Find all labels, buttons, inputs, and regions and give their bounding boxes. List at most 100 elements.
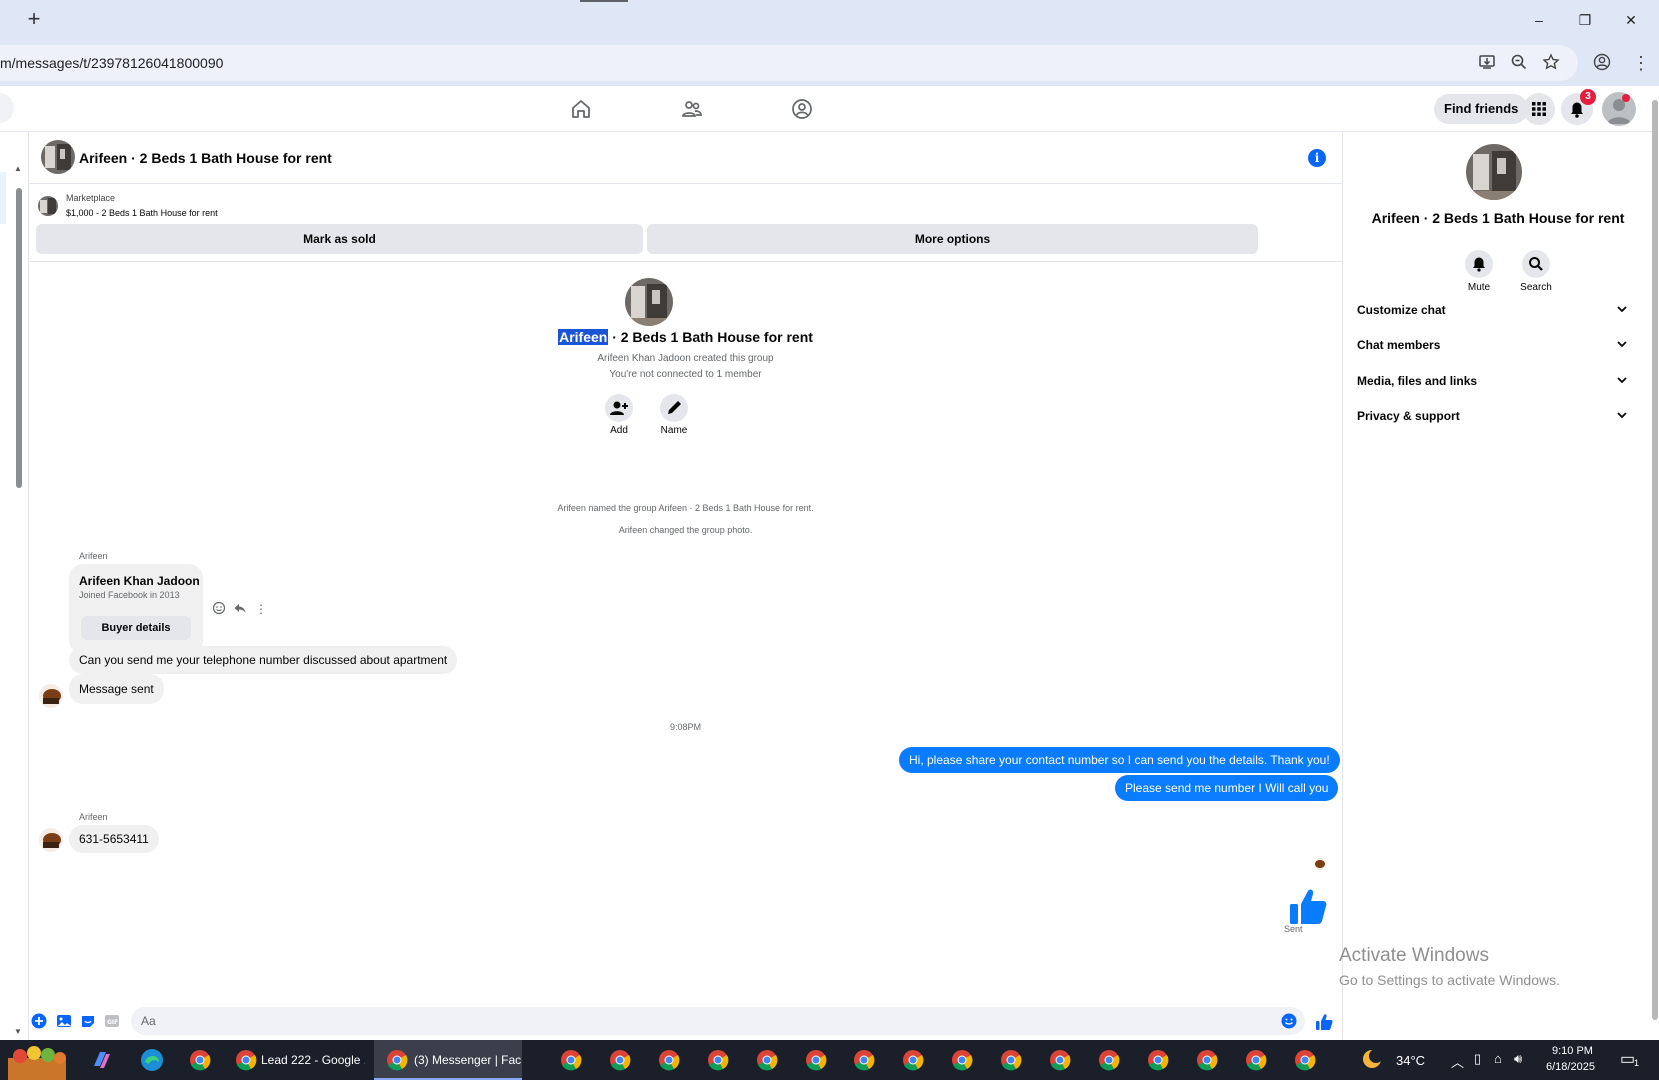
- emoji-icon[interactable]: [1281, 1013, 1297, 1032]
- account-avatar[interactable]: [1602, 92, 1636, 126]
- search-in-chat-button[interactable]: [1522, 250, 1550, 278]
- chrome-window-icon[interactable]: [1294, 1049, 1316, 1071]
- taskbar-app-label: Lead 222 - Google ...: [261, 1053, 365, 1067]
- network-icon[interactable]: ⌂: [1494, 1051, 1502, 1066]
- edge-icon[interactable]: [139, 1044, 165, 1076]
- bell-icon: [1473, 257, 1485, 272]
- chrome-icon[interactable]: [189, 1049, 211, 1071]
- plus-circle-icon[interactable]: [31, 1013, 47, 1029]
- taskbar-app-messenger[interactable]: (3) Messenger | Fac...: [374, 1040, 522, 1080]
- chrome-window-icon[interactable]: [1098, 1049, 1120, 1071]
- mute-button[interactable]: [1465, 250, 1493, 278]
- reply-icon[interactable]: [232, 601, 248, 617]
- page-scrollbar-thumb[interactable]: [1652, 100, 1658, 1020]
- incoming-message[interactable]: 631-5653411: [69, 825, 159, 853]
- profile-icon[interactable]: [1592, 53, 1612, 73]
- home-icon[interactable]: [570, 98, 594, 122]
- battery-icon[interactable]: ▯: [1474, 1051, 1481, 1067]
- bookmark-star-icon[interactable]: [1541, 53, 1561, 73]
- weather-icon[interactable]: [1360, 1047, 1386, 1073]
- chrome-window-icon[interactable]: [658, 1049, 680, 1071]
- scroll-up-arrow[interactable]: ▲: [14, 164, 22, 173]
- like-thumb-icon[interactable]: [1315, 1013, 1333, 1030]
- chrome-window-icon[interactable]: [1147, 1049, 1169, 1071]
- incoming-message[interactable]: Can you send me your telephone number di…: [69, 646, 458, 674]
- chrome-window-icon[interactable]: [1196, 1049, 1218, 1071]
- rename-group-button[interactable]: [660, 394, 688, 422]
- chat-title[interactable]: Arifeen · 2 Beds 1 Bath House for rent: [79, 150, 332, 166]
- search-pill[interactable]: [0, 93, 14, 123]
- scroll-down-arrow[interactable]: ▼: [14, 1027, 22, 1036]
- start-widget-icon[interactable]: [0, 1040, 74, 1080]
- install-app-icon[interactable]: [1477, 53, 1497, 73]
- copilot-icon[interactable]: [90, 1044, 114, 1076]
- listing-thumbnail[interactable]: [38, 196, 58, 216]
- minimize-button[interactable]: –: [1526, 8, 1552, 32]
- system-message: Arifeen named the group Arifeen · 2 Beds…: [557, 503, 814, 513]
- chrome-window-icon[interactable]: [756, 1049, 778, 1071]
- sender-avatar[interactable]: [39, 828, 63, 852]
- chat-list-scrollbar[interactable]: [16, 188, 22, 488]
- outgoing-message[interactable]: Hi, please share your contact number so …: [899, 747, 1340, 773]
- group-avatar[interactable]: [41, 140, 75, 174]
- add-member-button[interactable]: [605, 394, 633, 422]
- zoom-icon[interactable]: [1509, 53, 1529, 73]
- customize-chat-row[interactable]: Customize chat: [1343, 293, 1643, 327]
- sticker-icon[interactable]: [80, 1013, 96, 1029]
- chrome-window-icon[interactable]: [1049, 1049, 1071, 1071]
- chat-members-row[interactable]: Chat members: [1343, 328, 1643, 362]
- buyer-details-button[interactable]: Buyer details: [81, 616, 191, 640]
- react-icon[interactable]: [211, 601, 227, 617]
- mark-as-sold-button[interactable]: Mark as sold: [36, 224, 643, 254]
- more-options-button[interactable]: More options: [647, 224, 1258, 254]
- chrome-window-icon[interactable]: [707, 1049, 729, 1071]
- url-text[interactable]: m/messages/t/23978126041800090: [0, 55, 223, 71]
- incoming-message[interactable]: Message sent: [69, 674, 164, 704]
- chrome-window-icon[interactable]: [902, 1049, 924, 1071]
- outgoing-message[interactable]: Please send me number I Will call you: [1115, 775, 1339, 801]
- group-photo-large[interactable]: [1466, 144, 1522, 200]
- gif-icon[interactable]: GIF: [104, 1013, 120, 1029]
- notification-center-icon[interactable]: ▭: [1620, 1049, 1635, 1069]
- new-tab-button[interactable]: +: [22, 8, 46, 32]
- media-files-links-row[interactable]: Media, files and links: [1343, 364, 1643, 398]
- temperature[interactable]: 34°C: [1396, 1053, 1425, 1068]
- buyer-name: Arifeen Khan Jadoon: [79, 574, 200, 588]
- group-photo[interactable]: [625, 278, 673, 326]
- url-omnibox[interactable]: m/messages/t/23978126041800090: [0, 45, 1578, 81]
- chat-header: Arifeen · 2 Beds 1 Bath House for rent i: [29, 132, 1342, 184]
- clock-date[interactable]: 6/18/2025: [1546, 1061, 1595, 1073]
- listing-title[interactable]: $1,000 - 2 Beds 1 Bath House for rent: [66, 208, 218, 218]
- chrome-window-icon[interactable]: [951, 1049, 973, 1071]
- info-icon[interactable]: i: [1308, 149, 1326, 167]
- sent-status: Sent: [1284, 924, 1303, 934]
- friends-icon[interactable]: [681, 98, 705, 122]
- windows-taskbar: Lead 222 - Google ... (3) Messenger | Fa…: [0, 1040, 1659, 1080]
- menu-button[interactable]: [1523, 93, 1555, 125]
- sender-avatar[interactable]: [39, 684, 63, 708]
- chevron-up-icon[interactable]: ︿: [1451, 1052, 1464, 1071]
- browser-menu-icon[interactable]: ⋮: [1632, 53, 1650, 74]
- privacy-support-row[interactable]: Privacy & support: [1343, 399, 1643, 433]
- find-friends-button[interactable]: Find friends: [1434, 94, 1529, 124]
- chrome-window-icon[interactable]: [609, 1049, 631, 1071]
- photo-icon[interactable]: [56, 1013, 72, 1029]
- close-window-button[interactable]: ✕: [1618, 8, 1644, 32]
- chrome-window-icon[interactable]: [560, 1049, 582, 1071]
- add-person-icon: [610, 401, 628, 415]
- chrome-window-icon[interactable]: [1245, 1049, 1267, 1071]
- clock-time[interactable]: 9:10 PM: [1552, 1045, 1593, 1057]
- svg-text:GIF: GIF: [107, 1019, 118, 1026]
- seen-avatar: [1314, 858, 1326, 870]
- taskbar-app-lead[interactable]: Lead 222 - Google ...: [225, 1040, 365, 1080]
- chrome-window-icon[interactable]: [1000, 1049, 1022, 1071]
- message-input[interactable]: Aa: [131, 1007, 1305, 1035]
- groups-icon[interactable]: [791, 98, 815, 122]
- chrome-window-icon[interactable]: [853, 1049, 875, 1071]
- chrome-window-icon[interactable]: [805, 1049, 827, 1071]
- more-actions-icon[interactable]: ⋮: [253, 601, 269, 617]
- row-label: Privacy & support: [1357, 409, 1460, 423]
- pencil-icon: [668, 401, 681, 414]
- restore-button[interactable]: ❐: [1572, 8, 1598, 32]
- volume-icon[interactable]: 🔊︎: [1514, 1051, 1522, 1067]
